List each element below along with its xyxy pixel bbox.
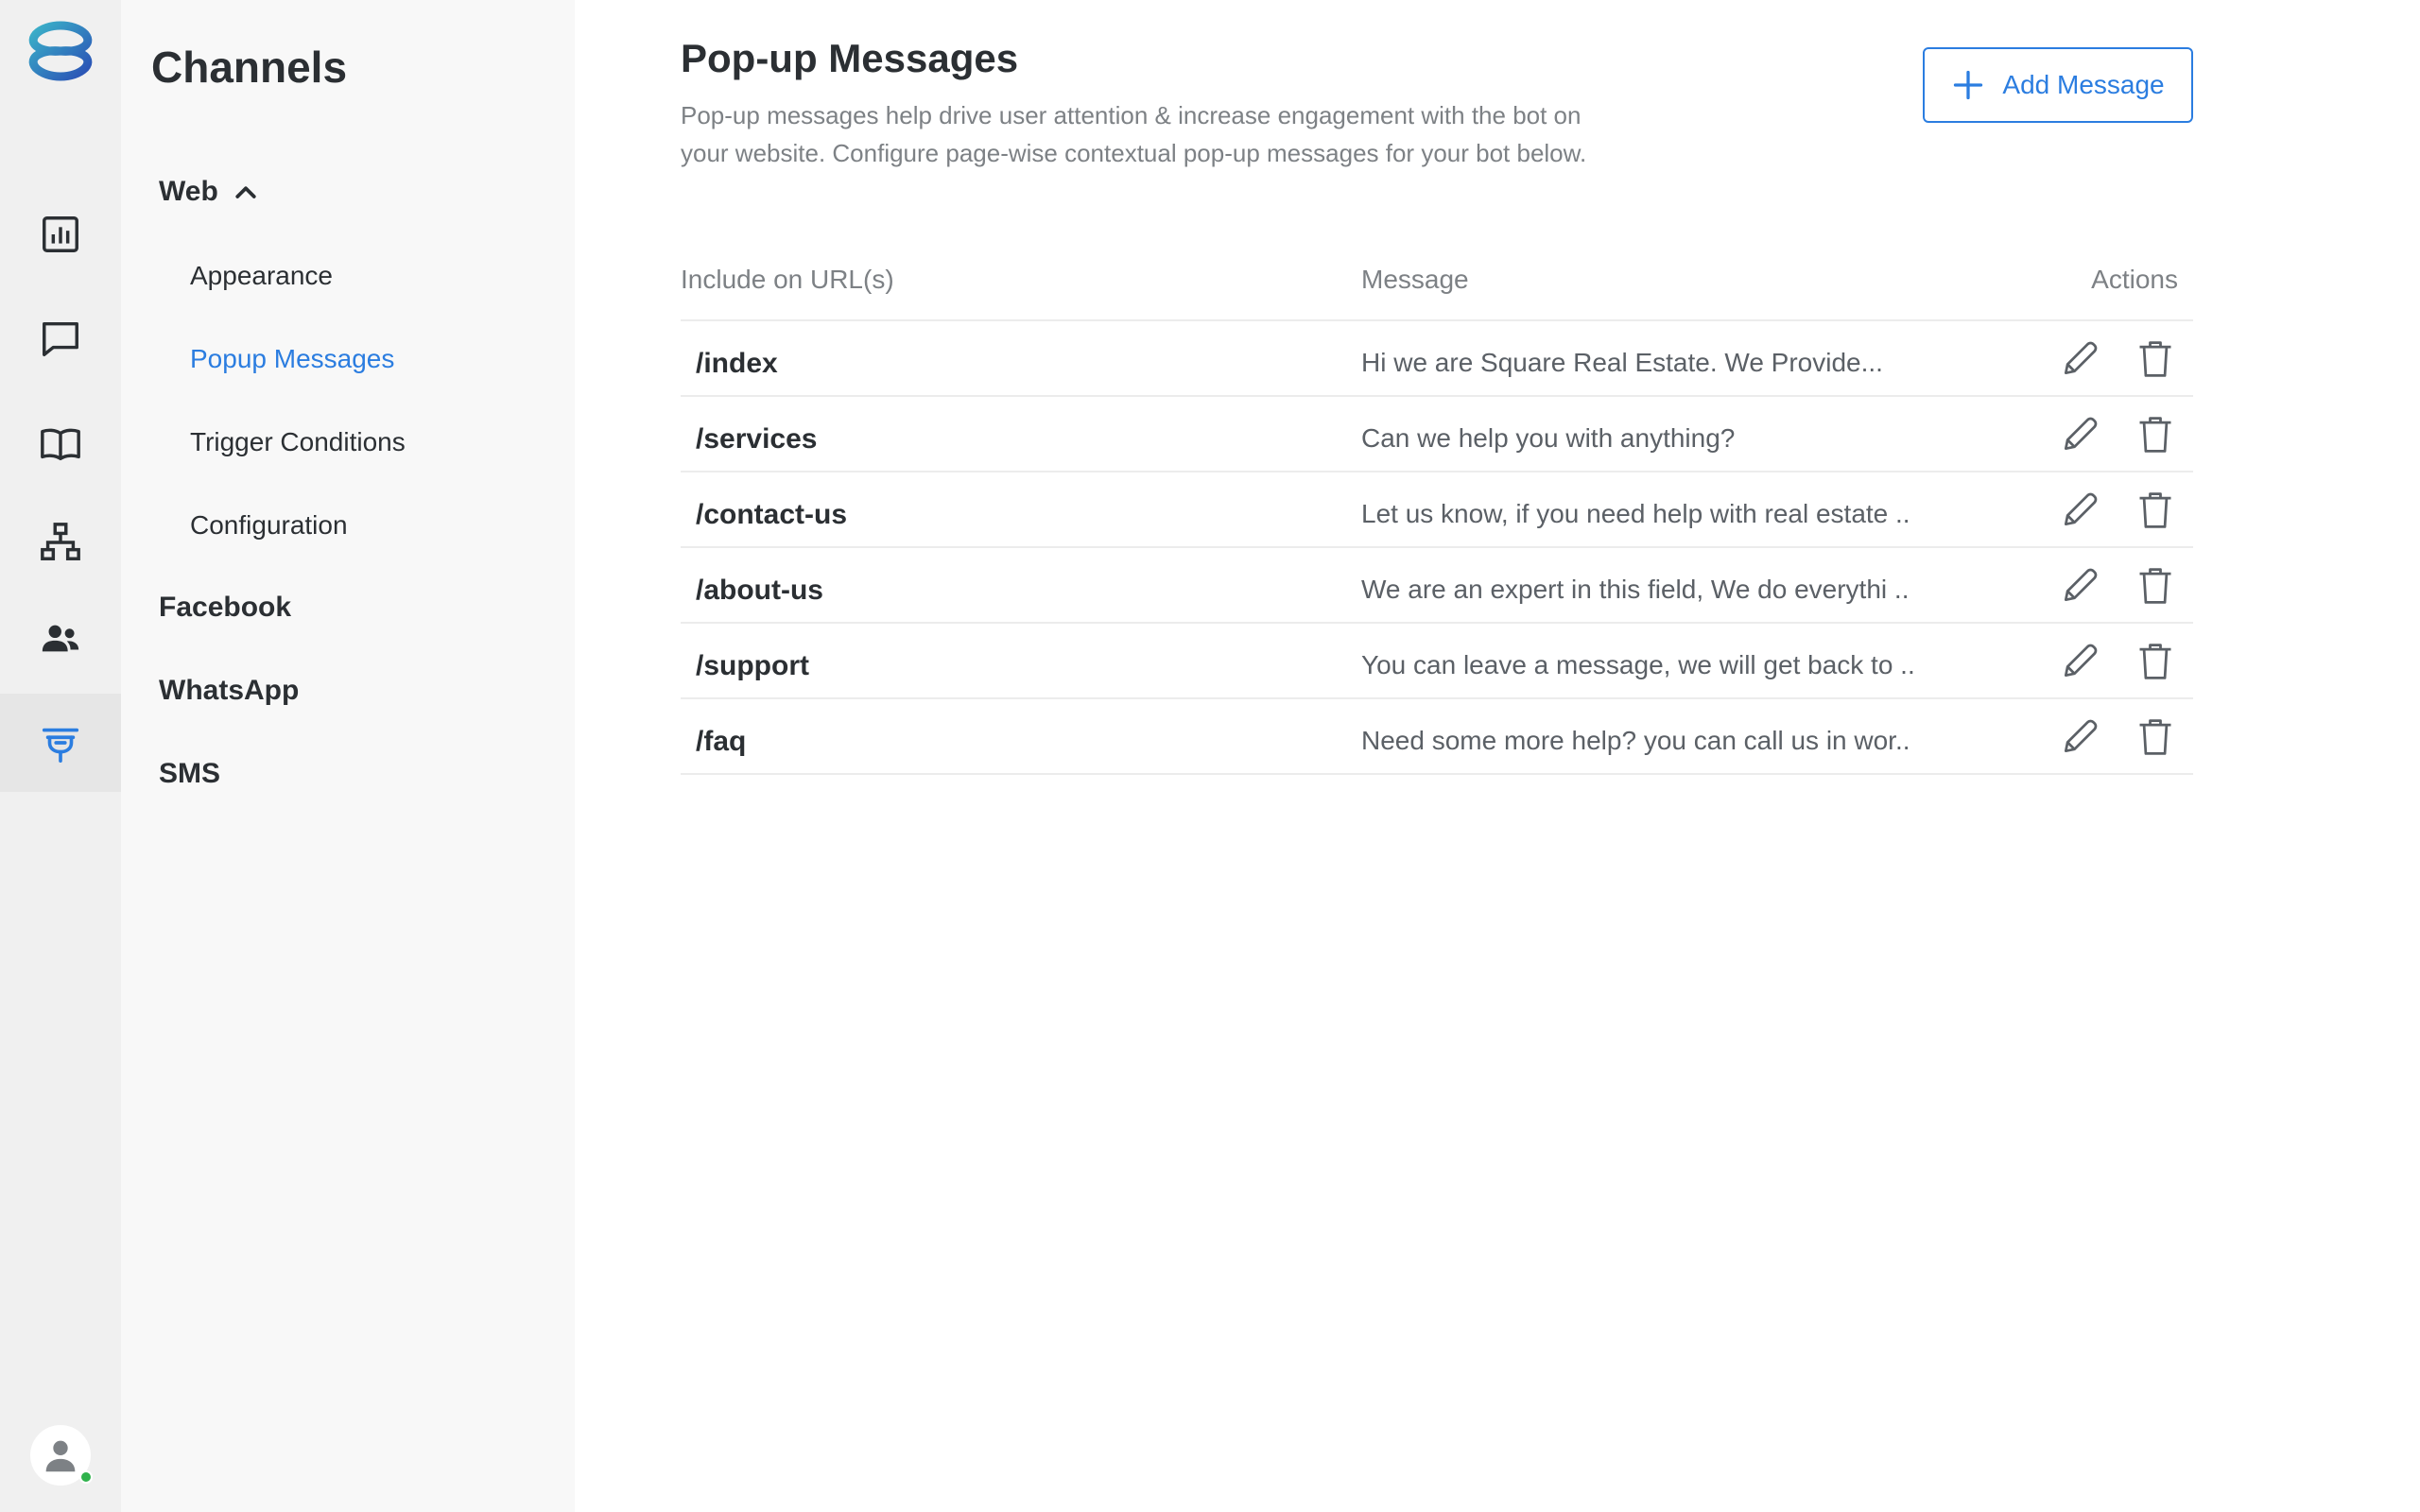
edit-button[interactable] — [2057, 488, 2102, 533]
row-url: /about-us — [696, 575, 823, 606]
delete-button[interactable] — [2133, 336, 2178, 382]
sitemap-icon — [41, 523, 80, 560]
rail-item-channels[interactable] — [0, 694, 121, 792]
table-row: /index Hi we are Square Real Estate. We … — [681, 321, 2193, 397]
table-header: Include on URL(s) Message Actions — [681, 255, 2193, 321]
nav-group-facebook[interactable]: Facebook — [159, 592, 291, 624]
row-message: Let us know, if you need help with real … — [1361, 499, 1910, 528]
table-row: /contact-us Let us know, if you need hel… — [681, 472, 2193, 548]
row-url: /contact-us — [696, 499, 848, 530]
page-title: Pop-up Messages — [681, 36, 1019, 80]
rail-item-conversations[interactable] — [0, 289, 121, 387]
trash-icon — [2139, 492, 2171, 528]
edit-button[interactable] — [2057, 639, 2102, 684]
row-url: /faq — [696, 726, 747, 757]
table-row: /faq Need some more help? you can call u… — [681, 699, 2193, 775]
nav-group-sms[interactable]: SMS — [159, 758, 220, 790]
row-message: Need some more help? you can call us in … — [1361, 726, 1910, 755]
popup-messages-table: Include on URL(s) Message Actions /index… — [681, 255, 2193, 775]
delete-button[interactable] — [2133, 488, 2178, 533]
open-book-icon — [41, 428, 80, 461]
pencil-icon — [2064, 644, 2098, 678]
nav-group-label: Facebook — [159, 592, 292, 623]
rail-item-users[interactable] — [0, 590, 121, 688]
nav-item-trigger-conditions[interactable]: Trigger Conditions — [190, 427, 406, 457]
users-icon — [42, 625, 79, 652]
trash-icon — [2139, 417, 2171, 453]
column-header-message: Message — [1361, 265, 1469, 294]
table-row: /about-us We are an expert in this field… — [681, 548, 2193, 624]
add-message-label: Add Message — [2002, 70, 2165, 99]
trash-icon — [2139, 719, 2171, 755]
nav-group-label: SMS — [159, 758, 221, 789]
rail-item-knowledge-base[interactable] — [0, 395, 121, 493]
pencil-icon — [2064, 568, 2098, 602]
delete-button[interactable] — [2133, 714, 2178, 760]
user-avatar-icon — [45, 1440, 76, 1472]
user-avatar[interactable] — [30, 1425, 93, 1486]
delete-button[interactable] — [2133, 563, 2178, 609]
nav-group-whatsapp[interactable]: WhatsApp — [159, 675, 299, 707]
column-header-actions: Actions — [2091, 265, 2178, 294]
nav-group-web[interactable]: Web — [159, 176, 260, 208]
icon-rail — [0, 0, 121, 1512]
pencil-icon — [2064, 417, 2098, 451]
table-row: /services Can we help you with anything? — [681, 397, 2193, 472]
pencil-icon — [2064, 341, 2098, 375]
chevron-up-icon — [235, 186, 256, 198]
row-url: /index — [696, 348, 778, 379]
rail-item-flows[interactable] — [0, 493, 121, 592]
trash-icon — [2139, 568, 2171, 604]
column-header-url: Include on URL(s) — [681, 265, 894, 294]
channels-sidebar: Channels Web Appearance Popup Messages T… — [121, 0, 575, 1512]
edit-button[interactable] — [2057, 336, 2102, 382]
pencil-icon — [2064, 719, 2098, 753]
edit-button[interactable] — [2057, 714, 2102, 760]
delete-button[interactable] — [2133, 412, 2178, 457]
edit-button[interactable] — [2057, 412, 2102, 457]
nav-group-label: Web — [159, 176, 218, 207]
main-content: Pop-up Messages Pop-up messages help dri… — [575, 0, 2420, 1512]
page-description: Pop-up messages help drive user attentio… — [681, 101, 1587, 167]
edit-button[interactable] — [2057, 563, 2102, 609]
row-message: We are an expert in this field, We do ev… — [1361, 575, 1910, 604]
chat-bubble-icon — [43, 321, 78, 356]
app-window: Channels Web Appearance Popup Messages T… — [0, 0, 2420, 1512]
plug-icon — [42, 728, 79, 763]
row-message: Can we help you with anything? — [1361, 423, 1736, 453]
online-status-dot — [79, 1470, 93, 1484]
pencil-icon — [2064, 492, 2098, 526]
nav-group-label: WhatsApp — [159, 675, 300, 706]
plus-icon — [1954, 70, 1983, 100]
sidebar-title: Channels — [151, 43, 348, 92]
nav-item-configuration[interactable]: Configuration — [190, 510, 348, 541]
delete-button[interactable] — [2133, 639, 2178, 684]
brand-logo-icon[interactable] — [23, 21, 98, 81]
bar-chart-icon — [43, 216, 78, 252]
nav-item-appearance[interactable]: Appearance — [190, 261, 333, 291]
row-url: /services — [696, 423, 818, 455]
table-row: /support You can leave a message, we wil… — [681, 624, 2193, 699]
row-url: /support — [696, 650, 809, 681]
add-message-button[interactable]: Add Message — [1923, 47, 2193, 123]
row-message: Hi we are Square Real Estate. We Provide… — [1361, 348, 1883, 377]
trash-icon — [2139, 644, 2171, 679]
trash-icon — [2139, 341, 2171, 377]
row-message: You can leave a message, we will get bac… — [1361, 650, 1915, 679]
rail-item-analytics[interactable] — [0, 185, 121, 284]
nav-item-popup-messages[interactable]: Popup Messages — [190, 344, 394, 374]
